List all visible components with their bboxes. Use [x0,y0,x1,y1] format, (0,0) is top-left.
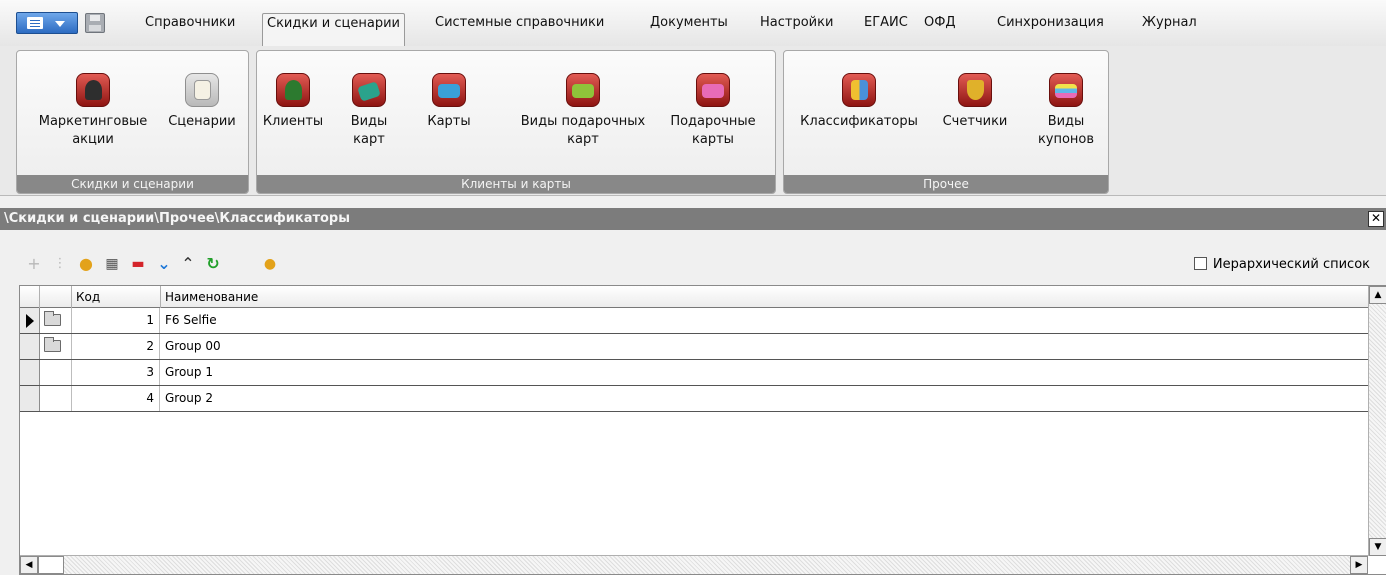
hierarchical-list-label: Иерархический список [1212,257,1370,272]
menu-item-directories[interactable]: Справочники [141,13,239,35]
hierarchical-list-checkbox[interactable] [1193,257,1207,270]
scenarios-button[interactable]: Сценарии [159,73,245,131]
scroll-thumb[interactable] [38,556,64,574]
refresh-icon[interactable]: ↻ [203,254,223,274]
folder-icon [44,337,61,352]
cell-code: 4 [72,386,160,411]
cell-name: Group 1 [165,365,213,379]
cell-name: Group 00 [165,339,221,353]
ribbon-button-label: Маркетинговые акции [38,114,148,147]
close-icon[interactable]: ✕ [1368,211,1384,227]
ribbon-button-label: Счетчики [942,114,1008,129]
header-code[interactable]: Код [72,286,161,308]
ribbon-button-label: Виды купонов [1037,114,1095,147]
ribbon-button-label: Подарочные карты [670,114,756,147]
row-indicator [20,360,40,385]
gift-card-types-button[interactable]: Виды подарочных карт [507,73,659,149]
gift-card-types-icon [566,73,600,107]
document-icon [27,17,43,29]
cell-code: 3 [72,360,160,385]
vertical-scrollbar[interactable]: ▲ ▼ [1368,286,1386,556]
header-name[interactable]: Наименование [161,286,1368,308]
table-header: Код Наименование [20,286,1368,308]
scroll-up-arrow-icon[interactable]: ▲ [1369,286,1386,304]
card-types-button[interactable]: Виды карт [343,73,395,149]
ribbon-button-label: Виды подарочных карт [520,114,646,147]
current-row-pointer-icon [26,314,34,328]
menu-item-journal[interactable]: Журнал [1138,13,1201,35]
move-up-icon[interactable]: ⌃ [178,254,198,274]
table-row[interactable]: 3 Group 1 [20,360,1368,386]
row-indicator [20,308,40,333]
menu-item-discounts-scenarios[interactable]: Скидки и сценарии [262,13,405,47]
ribbon: Маркетинговые акции Сценарии Скидки и сц… [0,46,1386,196]
counter-trophy-icon [958,73,992,107]
ribbon-button-label: Карты [427,114,471,129]
dropdown-arrow-icon [55,21,65,27]
header-folder-cell [40,286,72,308]
cell-code: 2 [72,334,160,359]
edit-icon[interactable]: ● [76,254,96,274]
ribbon-group-clients-cards: Клиенты Виды карт Карты Виды подарочных … [256,50,776,194]
scroll-down-arrow-icon[interactable]: ▼ [1369,538,1386,556]
scroll-right-arrow-icon[interactable]: ▶ [1350,556,1368,574]
save-icon[interactable] [85,13,105,33]
classifiers-button[interactable]: Классификаторы [788,73,930,131]
menu-bar: Справочники Скидки и сценарии Системные … [0,0,1386,47]
ribbon-button-label: Сценарии [168,114,236,129]
menu-item-system-directories[interactable]: Системные справочники [431,13,608,35]
card-types-icon [352,73,386,107]
gift-card-icon [696,73,730,107]
horizontal-scrollbar[interactable]: ◀ ▶ [20,555,1368,574]
cards-button[interactable]: Карты [423,73,475,131]
move-down-icon[interactable]: ⌄ [154,254,174,274]
coupon-types-button[interactable]: Виды купонов [1028,73,1104,149]
delete-icon[interactable]: ▬ [128,254,148,274]
cell-name: F6 Selfie [165,313,217,327]
gift-cards-button[interactable]: Подарочные карты [657,73,769,149]
classifiers-table: Код Наименование 1 F6 Selfie 2 Group 00 … [19,285,1386,575]
cell-name: Group 2 [165,391,213,405]
menu-item-documents[interactable]: Документы [646,13,732,35]
breadcrumb-bar: \Скидки и сценарии\Прочее\Классификаторы… [0,208,1386,230]
graduate-icon [76,73,110,107]
menu-item-ofd[interactable]: ОФД [920,13,960,35]
marketing-promotions-button[interactable]: Маркетинговые акции [23,73,163,149]
discount-card-icon [432,73,466,107]
row-indicator [20,334,40,359]
ribbon-button-label: Классификаторы [800,114,918,129]
counters-button[interactable]: Счетчики [934,73,1016,131]
menu-item-settings[interactable]: Настройки [756,13,837,35]
app-menu-button[interactable] [16,12,78,34]
coupons-stack-icon [1049,73,1083,107]
cell-code: 1 [72,308,160,333]
menu-item-egais[interactable]: ЕГАИС [860,13,912,35]
menu-item-sync[interactable]: Синхронизация [993,13,1108,35]
row-indicator [20,386,40,411]
ribbon-button-label: Виды карт [350,114,388,147]
client-person-icon [276,73,310,107]
ribbon-group-caption: Скидки и сценарии [17,175,248,193]
ribbon-group-caption: Прочее [784,175,1108,193]
copy-icon[interactable]: ▦ [102,254,122,274]
classifier-icon [842,73,876,107]
remove-db-icon[interactable]: ● [260,254,280,274]
table-row[interactable]: 1 F6 Selfie [20,308,1368,334]
add-child-icon[interactable]: ⋮ [50,254,70,274]
breadcrumb: \Скидки и сценарии\Прочее\Классификаторы [4,211,350,226]
toolbar: + ⋮ ● ▦ ▬ ⌄ ⌃ ↻ ● [0,250,1386,278]
folder-icon [44,311,61,326]
ribbon-group-discounts: Маркетинговые акции Сценарии Скидки и сц… [16,50,249,194]
table-row[interactable]: 4 Group 2 [20,386,1368,412]
add-icon[interactable]: + [24,254,44,274]
ribbon-button-label: Клиенты [262,114,324,129]
clients-button[interactable]: Клиенты [261,73,325,131]
header-indicator-cell [20,286,40,308]
hierarchical-list-toggle[interactable]: Иерархический список [1193,257,1370,272]
ribbon-group-caption: Клиенты и карты [257,175,775,193]
scenario-book-icon [185,73,219,107]
scroll-left-arrow-icon[interactable]: ◀ [20,556,38,574]
ribbon-group-other: Классификаторы Счетчики Виды купонов Про… [783,50,1109,194]
table-row[interactable]: 2 Group 00 [20,334,1368,360]
